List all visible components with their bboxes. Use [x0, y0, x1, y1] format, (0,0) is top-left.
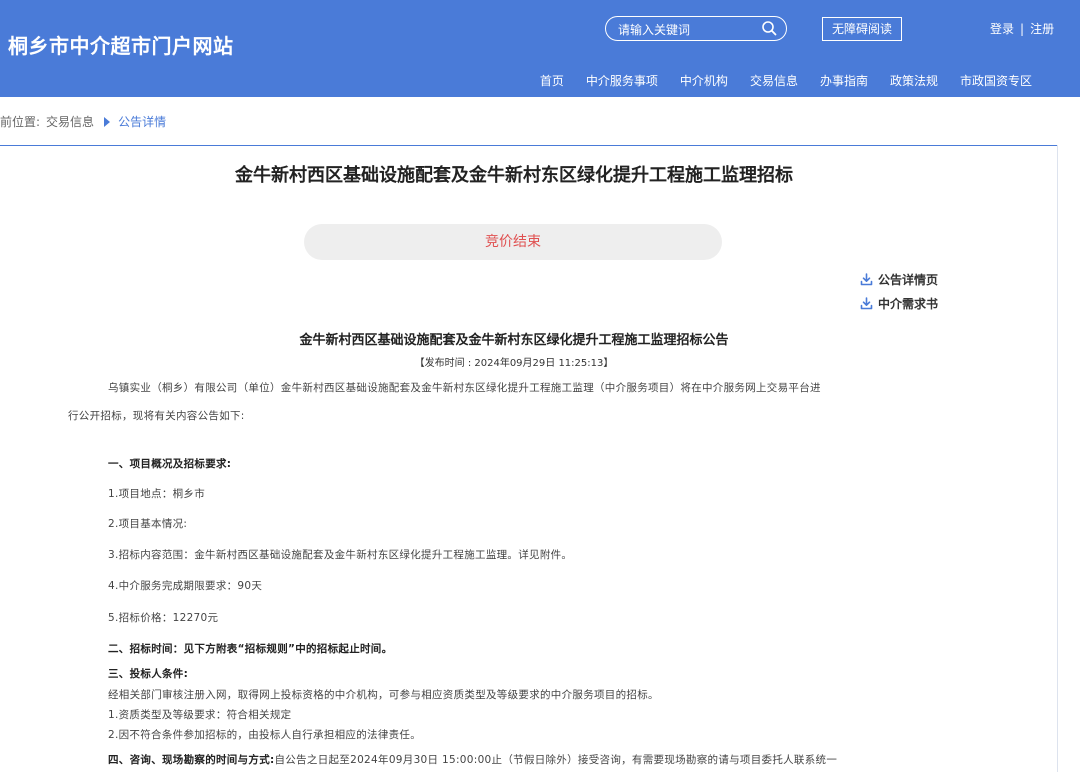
auth-links: 登录 | 注册: [990, 20, 1054, 37]
section3-line-3: 2.因不符合条件参加招标的，由投标人自行承担相应的法律责任。: [108, 729, 422, 741]
search-icon[interactable]: [761, 20, 777, 36]
section3-title: 三、投标人条件:: [108, 668, 189, 680]
header: 桐乡市中介超市门户网站 请输入关键词 无障碍阅读 登录 | 注册 首页 中介服务事项…: [0, 0, 1080, 97]
download-requirements[interactable]: 中介需求书: [860, 295, 938, 312]
section3-line-1: 经相关部门审核注册入网，取得网上投标资格的中介机构，可参与相应资质类型及等级要求…: [108, 689, 659, 701]
search-input[interactable]: 请输入关键词: [618, 21, 690, 38]
intro-line-1: 乌镇实业（桐乡）有限公司（单位）金牛新村西区基础设施配套及金牛新村东区绿化提升工…: [108, 382, 821, 394]
page-title: 金牛新村西区基础设施配套及金牛新村东区绿化提升工程施工监理招标: [235, 165, 793, 186]
auth-separator: |: [1020, 22, 1025, 36]
register-link[interactable]: 注册: [1030, 22, 1054, 36]
download-notice-page[interactable]: 公告详情页: [860, 271, 938, 288]
nav-item-state-assets[interactable]: 市政国资专区: [960, 72, 1032, 90]
item-basic-info: 2.项目基本情况:: [108, 518, 188, 530]
section1-title: 一、项目概况及招标要求:: [108, 458, 232, 470]
nav-item-services[interactable]: 中介服务事项: [586, 72, 658, 90]
nav-item-home[interactable]: 首页: [540, 72, 564, 90]
breadcrumb-trading[interactable]: 交易信息: [46, 113, 94, 130]
section2-title: 二、招标时间：见下方附表“招标规则”中的招标起止时间。: [108, 643, 393, 655]
download-icon: [860, 297, 873, 310]
section4-text: 自公告之日起至2024年09月30日 15:00:00止（节假日除外）接受咨询，…: [274, 754, 838, 766]
section3-line-2: 1.资质类型及等级要求：符合相关规定: [108, 709, 292, 721]
notice-title: 金牛新村西区基础设施配套及金牛新村东区绿化提升工程施工监理招标公告: [299, 333, 729, 348]
main-nav: 首页 中介服务事项 中介机构 交易信息 办事指南 政策法规 市政国资专区: [540, 72, 1080, 90]
breadcrumb-arrow-icon: [104, 116, 111, 127]
nav-item-guide[interactable]: 办事指南: [820, 72, 868, 90]
nav-item-agencies[interactable]: 中介机构: [680, 72, 728, 90]
site-title[interactable]: 桐乡市中介超市门户网站: [8, 30, 234, 59]
download-requirements-label: 中介需求书: [878, 297, 939, 311]
login-link[interactable]: 登录: [990, 22, 1014, 36]
breadcrumb-prefix: 前位置:: [0, 115, 41, 129]
nav-item-policy[interactable]: 政策法规: [890, 72, 938, 90]
item-price: 5.招标价格：12270元: [108, 612, 219, 624]
breadcrumb-current: 公告详情: [118, 115, 167, 129]
status-badge: 竞价结束: [304, 224, 722, 260]
breadcrumb: 前位置: 交易信息 公告详情: [0, 113, 166, 130]
item-scope: 3.招标内容范围：金牛新村西区基础设施配套及金牛新村东区绿化提升工程施工监理。详…: [108, 549, 573, 561]
item-deadline: 4.中介服务完成期限要求：90天: [108, 580, 263, 592]
accessibility-button[interactable]: 无障碍阅读: [822, 17, 902, 41]
content-border: [1057, 145, 1058, 772]
search-box[interactable]: 请输入关键词: [605, 16, 787, 41]
download-notice-label: 公告详情页: [878, 273, 939, 287]
publish-time: 【发布时间 : 2024年09月29日 11:25:13】: [414, 358, 614, 369]
item-location: 1.项目地点：桐乡市: [108, 488, 206, 500]
content-divider: [0, 145, 1058, 146]
nav-item-trading[interactable]: 交易信息: [750, 72, 798, 90]
download-icon: [860, 273, 873, 286]
section4-title: 四、咨询、现场勘察的时间与方式:: [108, 754, 275, 766]
section4-row: 四、咨询、现场勘察的时间与方式:自公告之日起至2024年09月30日 15:00…: [108, 752, 837, 767]
intro-line-2: 行公开招标，现将有关内容公告如下:: [68, 410, 245, 422]
